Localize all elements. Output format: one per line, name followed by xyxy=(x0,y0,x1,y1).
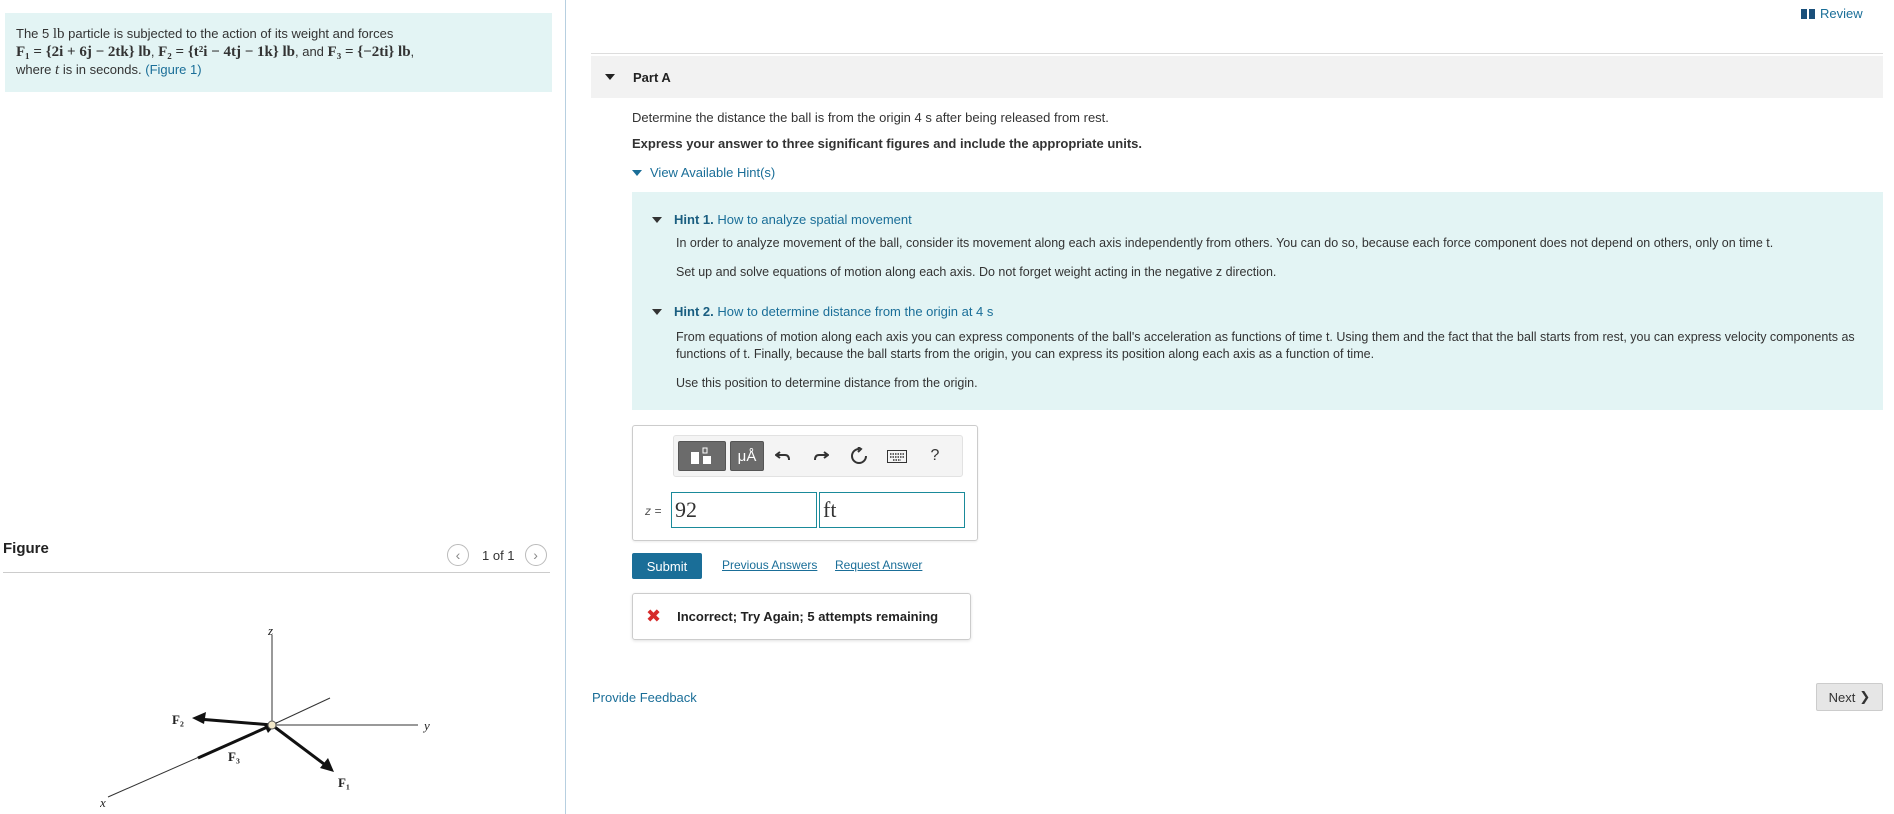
hint-1-paragraph-2: Set up and solve equations of motion alo… xyxy=(676,265,1277,279)
hint-2-paragraph-2: Use this position to determine distance … xyxy=(676,376,978,390)
answer-box: μÅ ? z = 92 ft xyxy=(632,425,978,541)
request-answer-link[interactable]: Request Answer xyxy=(835,558,922,572)
error-x-icon: ✖ xyxy=(646,606,662,626)
f1-arrow xyxy=(271,723,329,769)
problem-line-1: The 5 lb particle is subjected to the ac… xyxy=(16,26,394,42)
instruction-text: Express your answer to three significant… xyxy=(632,136,1142,151)
z-label: z xyxy=(267,625,273,638)
part-title: Part A xyxy=(633,69,671,85)
hint-1-toggle[interactable]: Hint 1. How to analyze spatial movement xyxy=(652,212,912,227)
answer-label: z = xyxy=(645,504,662,518)
figure-page-count: 1 of 1 xyxy=(482,547,515,563)
f1-label: F₁ xyxy=(338,775,350,790)
divider xyxy=(591,53,1883,54)
hint-2-paragraph-1: From equations of motion along each axis… xyxy=(676,330,1855,361)
caret-down-icon xyxy=(605,74,615,80)
view-hints-toggle[interactable]: View Available Hint(s) xyxy=(632,165,775,180)
hints-panel: Hint 1. How to analyze spatial movement … xyxy=(632,192,1883,410)
divider xyxy=(3,572,550,573)
f2-arrowhead xyxy=(192,712,206,724)
f1-arrowhead xyxy=(320,758,334,772)
caret-down-icon xyxy=(652,216,662,223)
problem-line-2: F₁ = {2i + 6j − 2tk} lb, F₂ = {t²i − 4tj… xyxy=(16,44,415,60)
book-icon xyxy=(1801,8,1815,19)
f2-label: F₂ xyxy=(172,712,184,727)
figure-pager: ‹ 1 of 1 › xyxy=(447,544,547,566)
hint-2-toggle[interactable]: Hint 2. How to determine distance from t… xyxy=(652,304,993,319)
part-a-header[interactable]: Part A xyxy=(591,56,1883,98)
particle xyxy=(267,720,277,730)
review-link[interactable]: Review xyxy=(1801,6,1863,21)
problem-statement: The 5 lb particle is subjected to the ac… xyxy=(5,13,552,92)
caret-down-icon xyxy=(632,169,642,176)
hint-1-paragraph-1: In order to analyze movement of the ball… xyxy=(676,236,1774,250)
keyboard-icon[interactable] xyxy=(878,441,916,471)
next-button[interactable]: Next ❯ xyxy=(1816,683,1883,711)
caret-down-icon xyxy=(652,308,662,315)
figure-prev-button[interactable]: ‹ xyxy=(447,544,469,566)
chevron-right-icon: ❯ xyxy=(1859,689,1871,704)
figure-next-button[interactable]: › xyxy=(524,544,547,566)
math-toolbar: μÅ ? xyxy=(673,435,963,477)
force-f2: F₂ = {t²i − 4tj − 1k} lb xyxy=(158,44,295,60)
reset-icon[interactable] xyxy=(840,441,878,471)
figure-heading: Figure xyxy=(3,540,49,557)
force-diagram: z y x F₂ F₃ F₁ xyxy=(100,625,430,810)
help-icon[interactable]: ? xyxy=(916,441,954,471)
redo-icon[interactable] xyxy=(802,441,840,471)
answer-value-input[interactable]: 92 xyxy=(671,492,817,528)
force-f3: F₃ = {−2ti} lb xyxy=(327,44,411,60)
undo-icon[interactable] xyxy=(764,441,802,471)
template-icon xyxy=(691,447,711,464)
left-pane: The 5 lb particle is subjected to the ac… xyxy=(0,0,566,814)
question-text: Determine the distance the ball is from … xyxy=(632,110,1109,125)
previous-answers-link[interactable]: Previous Answers xyxy=(722,558,817,572)
force-f1: F₁ = {2i + 6j − 2tk} lb xyxy=(16,44,151,60)
y-label: y xyxy=(422,718,430,733)
answer-unit-input[interactable]: ft xyxy=(819,492,965,528)
neg-x-axis xyxy=(271,697,331,726)
problem-line-3: where t is in seconds. (Figure 1) xyxy=(16,62,202,78)
f2-arrow xyxy=(197,717,273,727)
figure-link[interactable]: (Figure 1) xyxy=(145,62,201,77)
units-button[interactable]: μÅ xyxy=(730,441,764,471)
f3-label: F₃ xyxy=(228,749,240,764)
templates-button[interactable] xyxy=(678,441,726,471)
x-label: x xyxy=(100,795,106,810)
provide-feedback-link[interactable]: Provide Feedback xyxy=(592,690,697,705)
feedback-message: ✖ Incorrect; Try Again; 5 attempts remai… xyxy=(632,593,971,640)
submit-button[interactable]: Submit xyxy=(632,553,702,579)
